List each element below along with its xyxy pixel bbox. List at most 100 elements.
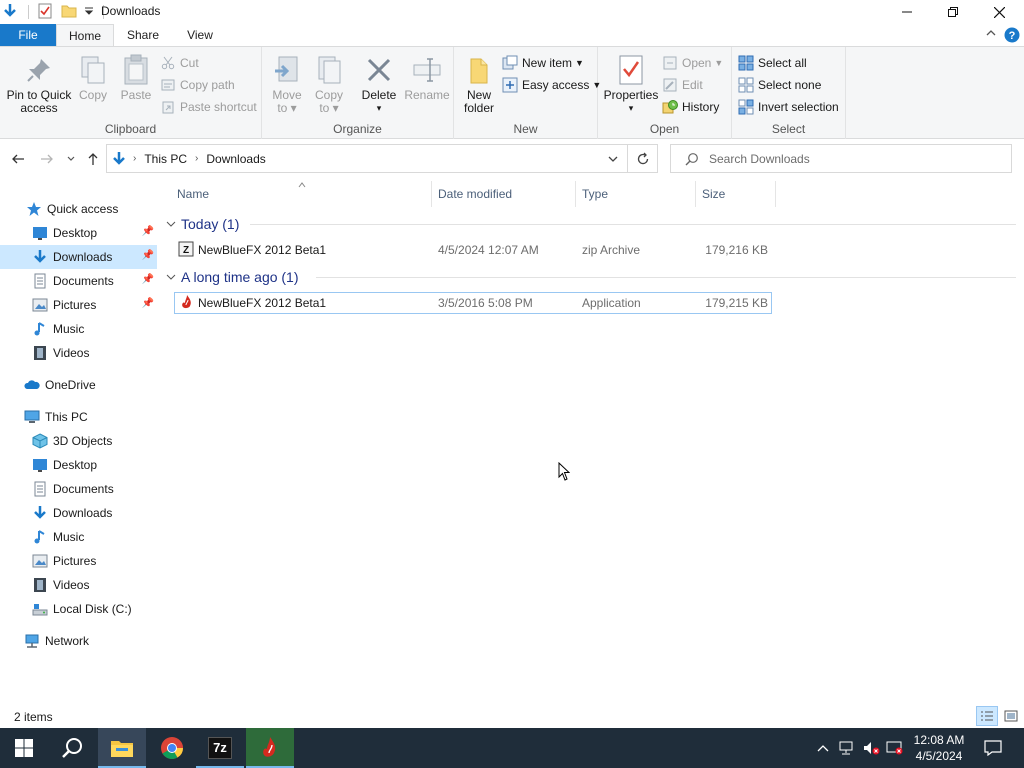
breadcrumb-downloads[interactable]: Downloads — [206, 152, 265, 166]
action-center-button[interactable] — [978, 728, 1008, 768]
new-folder-button[interactable]: New folder — [458, 53, 500, 115]
downloads-folder-icon — [32, 249, 48, 265]
sidebar-item-pictures-pc[interactable]: Pictures — [0, 549, 157, 573]
sidebar-item-label: Pictures — [53, 298, 97, 312]
paste-button[interactable]: Paste — [118, 53, 154, 102]
cut-button[interactable]: Cut — [160, 53, 199, 73]
address-history-chevron-icon[interactable] — [607, 153, 619, 168]
sidebar-item-this-pc[interactable]: This PC — [0, 405, 157, 429]
refresh-button[interactable] — [628, 144, 658, 173]
invert-selection-button[interactable]: Invert selection — [738, 97, 839, 117]
column-header-name[interactable]: Name — [177, 185, 209, 203]
recent-locations-button[interactable] — [62, 150, 80, 168]
taskbar: 7z 12:08 AM 4/5/2024 — [0, 728, 1024, 768]
sidebar-item-label: 3D Objects — [53, 434, 113, 448]
details-view-button[interactable] — [976, 706, 998, 726]
column-header-date[interactable]: Date modified — [438, 185, 512, 203]
start-button[interactable] — [0, 728, 48, 768]
address-bar[interactable]: › This PC › Downloads — [106, 144, 628, 173]
select-all-button[interactable]: Select all — [738, 53, 807, 73]
tab-file[interactable]: File — [0, 24, 56, 46]
new-folder-qat-icon[interactable] — [61, 3, 77, 22]
column-divider[interactable] — [575, 181, 576, 207]
sidebar-item-label: Documents — [53, 274, 114, 288]
ribbon-tabs: File Home Share View ? — [0, 24, 1024, 46]
sidebar-item-network[interactable]: Network — [0, 629, 157, 653]
sidebar-item-videos-quick[interactable]: Videos — [0, 341, 157, 365]
volume-tray-button[interactable] — [860, 728, 882, 768]
sidebar-item-pictures-quick[interactable]: Pictures 📌 — [0, 293, 157, 317]
sidebar-item-music-pc[interactable]: Music — [0, 525, 157, 549]
navigation-pane: Quick access Desktop 📌 Downloads 📌 Docum… — [0, 179, 158, 704]
group-header-long-ago[interactable]: A long time ago (1) — [166, 266, 299, 288]
history-button[interactable]: History — [662, 97, 719, 117]
sidebar-item-documents-pc[interactable]: Documents — [0, 477, 157, 501]
ribbon: Pin to Quick access Copy Paste Cut Copy … — [0, 46, 1024, 139]
column-divider[interactable] — [775, 181, 776, 207]
sidebar-item-label: Local Disk (C:) — [53, 602, 132, 616]
qat-customize-chevron-icon[interactable] — [83, 5, 95, 20]
sidebar-item-quick-access[interactable]: Quick access — [0, 197, 157, 221]
file-explorer-taskbar-button[interactable] — [98, 728, 146, 768]
pin-to-quick-access-button[interactable]: Pin to Quick access — [4, 53, 74, 115]
up-button[interactable] — [84, 150, 102, 168]
tab-view[interactable]: View — [172, 24, 228, 46]
properties-qat-icon[interactable] — [37, 3, 53, 22]
network-tray-button[interactable] — [836, 728, 858, 768]
sidebar-item-downloads-pc[interactable]: Downloads — [0, 501, 157, 525]
taskbar-clock[interactable]: 12:08 AM 4/5/2024 — [906, 732, 972, 764]
open-button[interactable]: Open ▼ — [662, 53, 723, 73]
history-label: History — [682, 100, 720, 114]
select-none-button[interactable]: Select none — [738, 75, 821, 95]
sidebar-item-music-quick[interactable]: Music — [0, 317, 157, 341]
sidebar-item-downloads-quick[interactable]: Downloads 📌 — [0, 245, 157, 269]
file-row[interactable]: NewBlueFX 2012 Beta1 3/5/2016 5:08 PM Ap… — [174, 292, 772, 314]
qat-separator — [28, 5, 29, 19]
collapse-ribbon-chevron-icon[interactable] — [986, 27, 996, 41]
column-header-size[interactable]: Size — [702, 185, 725, 203]
column-divider[interactable] — [431, 181, 432, 207]
close-button[interactable] — [976, 0, 1022, 24]
breadcrumb-this-pc[interactable]: This PC — [144, 152, 187, 166]
sidebar-item-documents-quick[interactable]: Documents 📌 — [0, 269, 157, 293]
edit-button[interactable]: Edit — [662, 75, 703, 95]
sidebar-item-local-disk[interactable]: Local Disk (C:) — [0, 597, 157, 621]
copy-path-button[interactable]: Copy path — [160, 75, 235, 95]
sidebar-item-onedrive[interactable]: OneDrive — [0, 373, 157, 397]
properties-button[interactable]: Properties ▾ — [602, 53, 660, 115]
move-to-button[interactable]: Move to ▾ — [268, 53, 306, 115]
tab-share[interactable]: Share — [114, 24, 172, 46]
7zip-taskbar-button[interactable]: 7z — [196, 728, 244, 768]
show-hidden-icons-button[interactable] — [814, 728, 832, 768]
search-box[interactable]: Search Downloads — [670, 144, 1012, 173]
action-tray-button[interactable] — [884, 728, 906, 768]
group-header-today[interactable]: Today (1) — [166, 213, 239, 235]
column-divider[interactable] — [695, 181, 696, 207]
restore-button[interactable] — [930, 0, 976, 24]
newbluefx-installer-taskbar-button[interactable] — [246, 728, 294, 768]
file-row[interactable]: Z NewBlueFX 2012 Beta1 4/5/2024 12:07 AM… — [174, 239, 772, 261]
copy-to-button[interactable]: Copy to ▾ — [310, 53, 348, 115]
new-item-button[interactable]: New item ▼ — [502, 53, 584, 73]
column-header-type[interactable]: Type — [582, 185, 608, 203]
search-taskbar-button[interactable] — [48, 728, 96, 768]
large-icons-view-button[interactable] — [1000, 706, 1022, 726]
back-button[interactable] — [9, 150, 27, 168]
sidebar-item-videos-pc[interactable]: Videos — [0, 573, 157, 597]
status-bar: 2 items — [0, 704, 1024, 728]
sidebar-item-desktop-quick[interactable]: Desktop 📌 — [0, 221, 157, 245]
sidebar-item-desktop-pc[interactable]: Desktop — [0, 453, 157, 477]
sidebar-item-3d-objects[interactable]: 3D Objects — [0, 429, 157, 453]
rename-button[interactable]: Rename — [404, 53, 450, 102]
minimize-button[interactable] — [884, 0, 930, 24]
sidebar-item-label: Desktop — [53, 226, 98, 240]
delete-x-icon — [363, 53, 395, 87]
chrome-taskbar-button[interactable] — [148, 728, 196, 768]
forward-button[interactable] — [38, 150, 56, 168]
paste-shortcut-button[interactable]: Paste shortcut — [160, 97, 257, 117]
tab-home[interactable]: Home — [56, 24, 114, 46]
easy-access-button[interactable]: Easy access ▼ — [502, 75, 601, 95]
help-icon[interactable]: ? — [1004, 27, 1020, 46]
copy-button[interactable]: Copy — [76, 53, 110, 102]
delete-button[interactable]: Delete ▾ — [358, 53, 400, 115]
